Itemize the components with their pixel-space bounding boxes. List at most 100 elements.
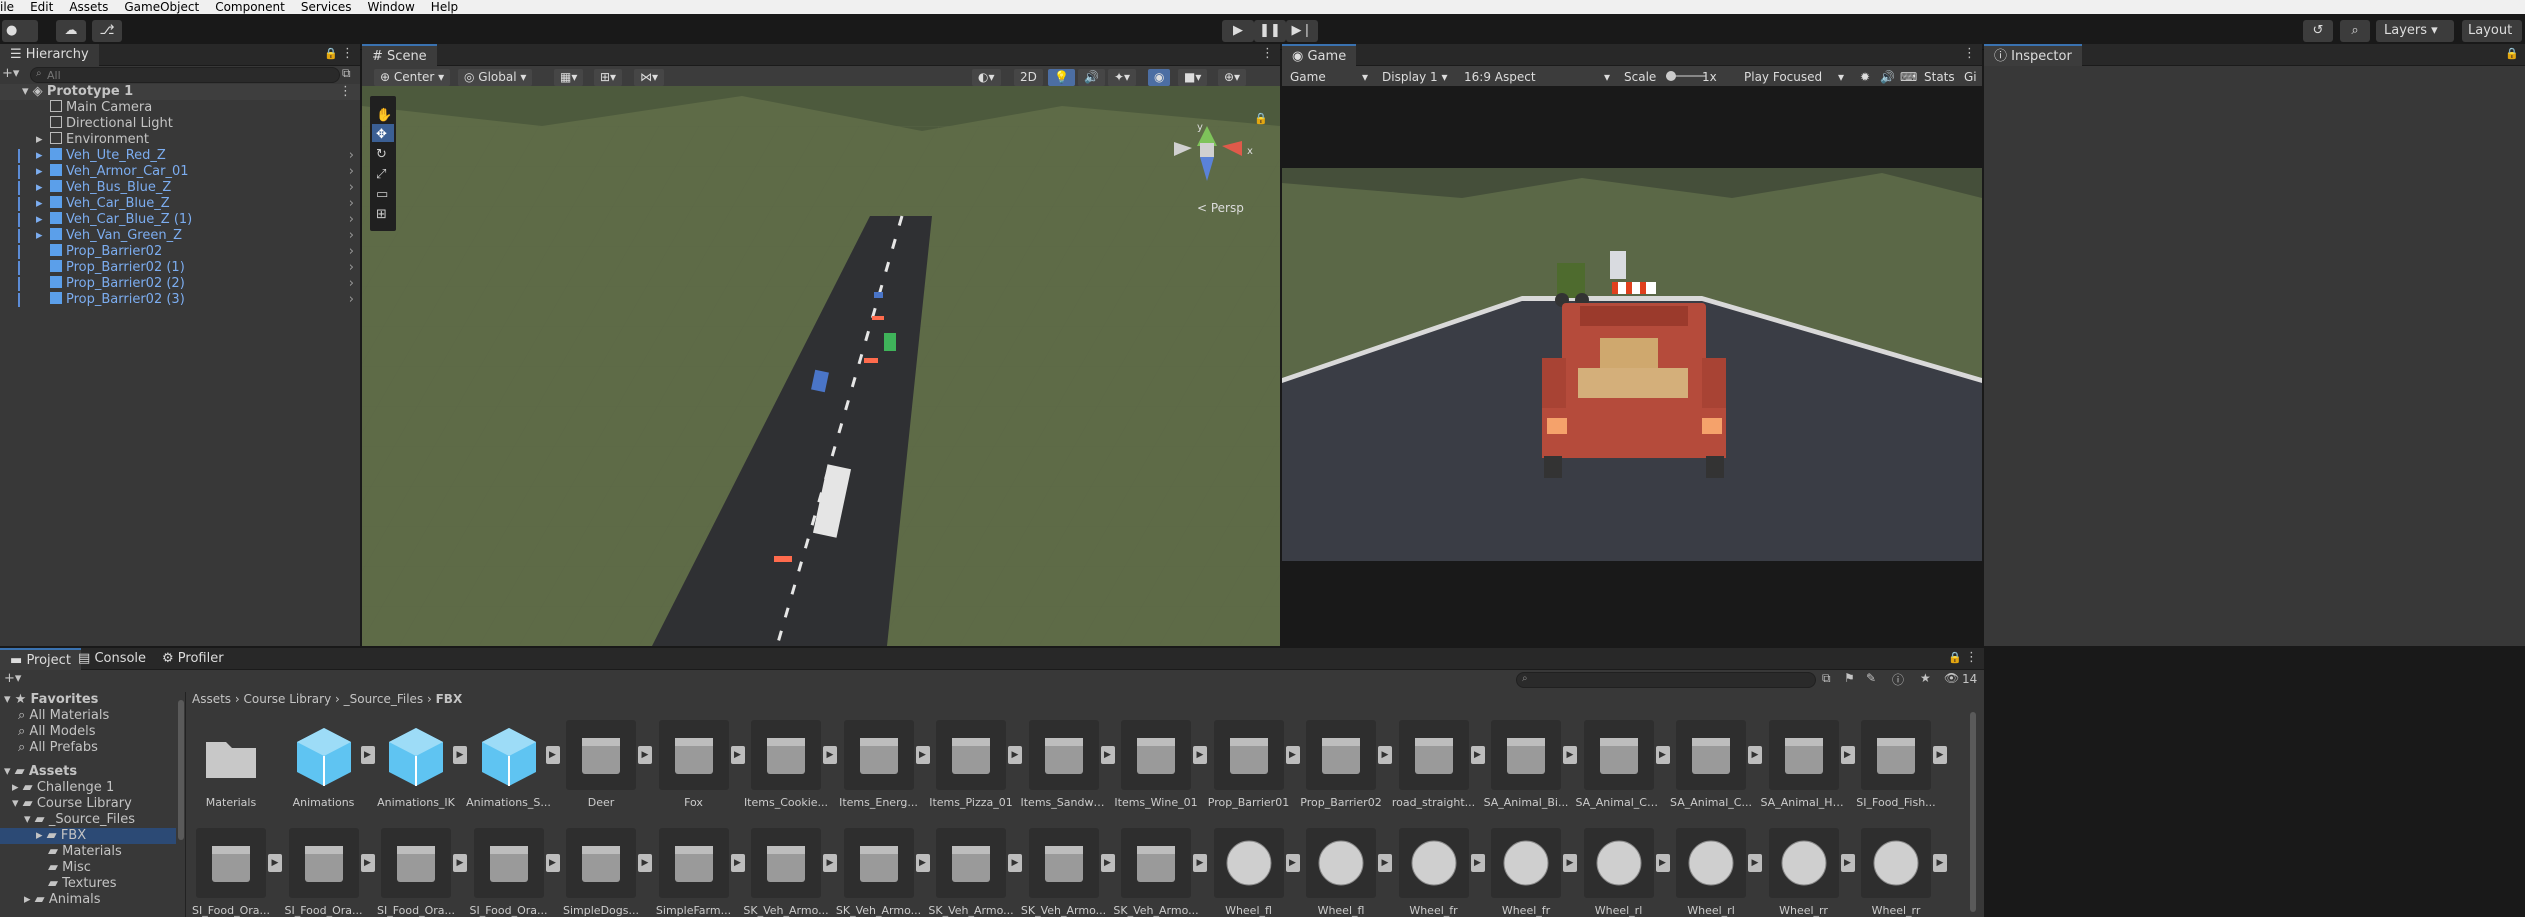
search-by-type-icon[interactable]: ⧉	[1822, 671, 1831, 686]
hierarchy-item[interactable]: Directional Light	[0, 116, 360, 132]
asset-item[interactable]: ▶ SI_Food_Ora...	[192, 828, 282, 917]
open-prefab-icon[interactable]: ›	[349, 212, 354, 228]
asset-item[interactable]: ▶ Animations_S...	[466, 720, 560, 810]
asset-grid-scrollbar[interactable]	[1970, 712, 1976, 912]
mode-2d-button[interactable]: 2D	[1014, 69, 1043, 86]
menu-edit[interactable]: Edit	[30, 0, 53, 14]
expand-asset-icon[interactable]: ▶	[545, 854, 560, 872]
asset-item[interactable]: ▶ Wheel_rl	[1580, 828, 1670, 917]
filter-icon[interactable]: ⧉	[342, 66, 351, 81]
expand-asset-icon[interactable]: ▶	[1285, 746, 1300, 764]
open-prefab-icon[interactable]: ›	[349, 292, 354, 308]
asset-item[interactable]: ▶ Items_Cookie...	[744, 720, 837, 810]
space-dropdown[interactable]: ◎ Global ▾	[458, 69, 533, 86]
tab-game[interactable]: ◉ Game	[1282, 44, 1357, 66]
more-icon[interactable]: ⋮	[1261, 46, 1274, 61]
rect-tool-icon[interactable]: ▭	[376, 187, 388, 202]
projection-label[interactable]: < Persp	[1197, 201, 1244, 215]
frame-debugger-icon[interactable]: ✹	[1854, 69, 1876, 86]
tree-course-library[interactable]: ▾ ▰ Course Library	[12, 796, 132, 812]
asset-item[interactable]: ▶ Wheel_fl	[1210, 828, 1300, 917]
expand-asset-icon[interactable]: ▶	[730, 746, 745, 764]
asset-item[interactable]: ▶ Items_Wine_01	[1114, 720, 1207, 810]
hierarchy-item[interactable]: ▸ Veh_Car_Blue_Z (1) ›	[0, 212, 360, 228]
gizmos-icon[interactable]: ⊕▾	[1218, 69, 1247, 86]
expand-asset-icon[interactable]: ▶	[268, 854, 282, 872]
asset-item[interactable]: Materials	[192, 720, 270, 810]
create-icon[interactable]: +▾	[4, 671, 21, 686]
game-viewport[interactable]	[1282, 168, 1982, 561]
tab-scene[interactable]: # Scene	[362, 44, 437, 66]
tree-source-files[interactable]: ▾ ▰ _Source_Files	[24, 812, 135, 828]
expand-asset-icon[interactable]: ▶	[1193, 854, 1207, 872]
menu-services[interactable]: Services	[301, 0, 352, 14]
breadcrumb-course-library[interactable]: Course Library	[244, 692, 332, 706]
tree-scrollbar[interactable]	[178, 700, 184, 840]
step-button[interactable]: ▶❘	[1286, 20, 1318, 42]
asset-item[interactable]: ▶ Animations_IK	[377, 720, 467, 810]
breadcrumb-fbx[interactable]: FBX	[436, 692, 463, 706]
expand-asset-icon[interactable]: ▶	[1008, 854, 1022, 872]
rotate-tool-icon[interactable]: ↻	[376, 147, 387, 162]
tree-misc[interactable]: ▰ Misc	[48, 860, 91, 876]
tree-animals[interactable]: ▸ ▰ Animals	[24, 892, 101, 908]
stats-button[interactable]: Stats	[1918, 69, 1961, 86]
open-prefab-icon[interactable]: ›	[349, 180, 354, 196]
more-icon[interactable]: ⋮	[341, 46, 354, 61]
expand-asset-icon[interactable]: ▶	[823, 746, 837, 764]
expand-icon[interactable]: ▸	[36, 148, 50, 164]
expand-asset-icon[interactable]: ▶	[1008, 746, 1022, 764]
expand-asset-icon[interactable]: ▶	[915, 746, 930, 764]
asset-item[interactable]: ▶ road_straight...	[1392, 720, 1485, 810]
hierarchy-item[interactable]: ▸ Veh_Armor_Car_01 ›	[0, 164, 360, 180]
expand-asset-icon[interactable]: ▶	[1100, 746, 1115, 764]
expand-asset-icon[interactable]: ▶	[360, 746, 375, 764]
asset-item[interactable]: ▶ SI_Food_Ora...	[284, 828, 375, 917]
expand-asset-icon[interactable]: ▶	[823, 854, 837, 872]
project-search-input[interactable]	[1516, 672, 1816, 688]
effects-icon[interactable]: ✦▾	[1108, 69, 1137, 86]
menu-gameobject[interactable]: GameObject	[124, 0, 199, 14]
expand-asset-icon[interactable]: ▶	[1378, 854, 1392, 872]
asset-item[interactable]: ▶ Wheel_fr	[1395, 828, 1485, 917]
scale-slider-handle[interactable]	[1666, 71, 1676, 81]
favorite-all-materials[interactable]: ⌕ All Materials	[18, 708, 109, 724]
breadcrumb-source-files[interactable]: _Source_Files	[344, 692, 424, 706]
asset-item[interactable]: ▶ SI_Food_Ora...	[377, 828, 467, 917]
collab-icon[interactable]: ⎇	[92, 20, 122, 42]
audio-icon[interactable]: 🔊	[1078, 69, 1105, 86]
asset-item[interactable]: ▶ Prop_Barrier01	[1208, 720, 1300, 810]
add-icon[interactable]: +▾	[2, 66, 19, 82]
assets-root[interactable]: ▾ ▰ Assets	[4, 764, 77, 780]
shading-mode-button[interactable]: ◐▾	[972, 69, 1001, 86]
asset-item[interactable]: ▶ SK_Veh_Armo...	[1021, 828, 1115, 917]
gizmo-lock-icon[interactable]: 🔒	[1254, 112, 1268, 125]
scene-viewport[interactable]: ✋ ✥ ↻ ⤢ ▭ ⊞ y x 🔒 < Persp	[362, 86, 1280, 646]
expand-icon[interactable]: ▸	[36, 228, 50, 244]
asset-item[interactable]: ▶ Items_Sandwi...	[1021, 720, 1115, 810]
more-icon[interactable]: ⋮	[1963, 46, 1976, 61]
open-prefab-icon[interactable]: ›	[349, 276, 354, 292]
hierarchy-item[interactable]: ▸ Veh_Car_Blue_Z ›	[0, 196, 360, 212]
incremental-snap-button[interactable]: ⋈▾	[634, 69, 665, 86]
hierarchy-item[interactable]: ▸ Veh_Bus_Blue_Z ›	[0, 180, 360, 196]
scene-more-icon[interactable]: ⋮	[339, 84, 352, 100]
asset-item[interactable]: ▶ SK_Veh_Armo...	[836, 828, 930, 917]
tab-console[interactable]: ▤ Console	[68, 648, 156, 670]
expand-asset-icon[interactable]: ▶	[1378, 746, 1392, 764]
expand-asset-icon[interactable]: ▶	[1655, 746, 1670, 764]
expand-asset-icon[interactable]: ▶	[453, 854, 467, 872]
pause-button[interactable]: ❚❚	[1254, 20, 1286, 42]
move-tool-icon[interactable]: ✥	[376, 127, 387, 142]
play-button[interactable]: ▶	[1222, 20, 1254, 42]
expand-icon[interactable]: ▾	[22, 84, 29, 99]
favorites-header[interactable]: ▾ ★ Favorites	[4, 692, 98, 708]
expand-icon[interactable]: ▸	[36, 164, 50, 180]
asset-item[interactable]: ▶ Fox	[655, 720, 745, 810]
expand-asset-icon[interactable]: ▶	[1193, 746, 1207, 764]
asset-item[interactable]: ▶ Wheel_rl	[1672, 828, 1762, 917]
expand-asset-icon[interactable]: ▶	[1470, 854, 1485, 872]
expand-asset-icon[interactable]: ▶	[1563, 854, 1577, 872]
expand-asset-icon[interactable]: ▶	[360, 854, 375, 872]
favorite-star-icon[interactable]: ★	[1920, 671, 1931, 685]
